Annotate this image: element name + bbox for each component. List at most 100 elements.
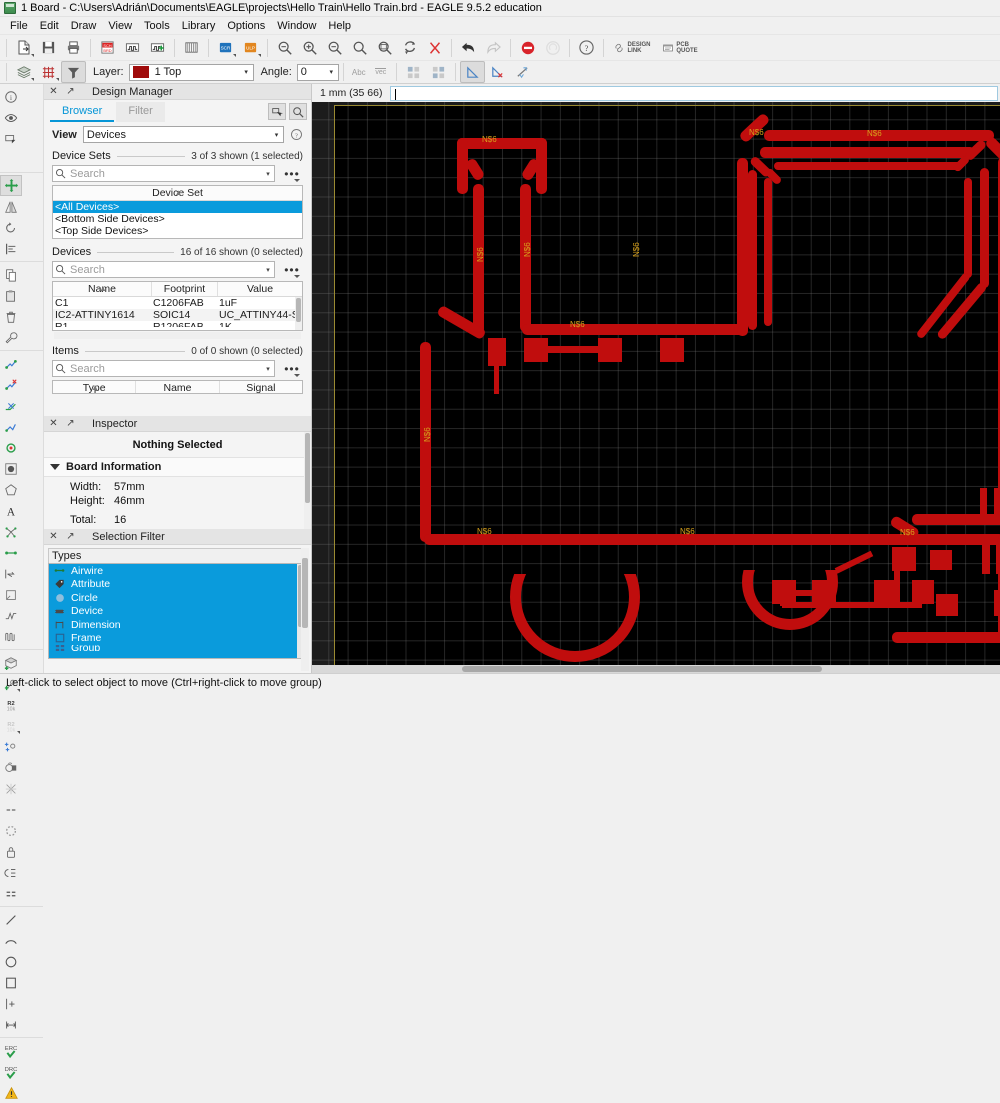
- table-row[interactable]: IC2-ATTINY1614 SOIC14 UC_ATTINY44-SSU: [53, 309, 302, 321]
- board-information-group[interactable]: Board Information: [44, 457, 311, 477]
- close-icon[interactable]: ✕: [48, 86, 59, 97]
- hide-airwires-icon[interactable]: [485, 61, 510, 83]
- canvas-horizontal-scrollbar[interactable]: [312, 665, 1000, 673]
- warning-icon[interactable]: [0, 1082, 22, 1103]
- menu-view[interactable]: View: [102, 19, 138, 33]
- menu-library[interactable]: Library: [176, 19, 222, 33]
- drill-icon[interactable]: [0, 883, 22, 904]
- library-button[interactable]: [179, 37, 204, 59]
- dashed-line-icon[interactable]: [0, 799, 22, 820]
- delete-icon[interactable]: [0, 306, 22, 327]
- airwire-tool-icon[interactable]: [0, 542, 22, 563]
- type-item-device[interactable]: Device: [49, 605, 306, 619]
- tab-browser[interactable]: Browser: [50, 102, 115, 122]
- chevron-down-icon[interactable]: ▾: [262, 365, 274, 373]
- layer-select[interactable]: 1 Top ▾: [128, 63, 254, 81]
- print-button[interactable]: [61, 37, 86, 59]
- types-list[interactable]: Airwire Attribute Circle Device Dimensio…: [48, 563, 307, 659]
- list-item[interactable]: <Bottom Side Devices>: [53, 213, 302, 225]
- devices-table[interactable]: Name ▲ Footprint Value C1 C1206FAB 1uF IC…: [52, 281, 303, 331]
- zoom-fit-button[interactable]: [272, 37, 297, 59]
- pcb-canvas[interactable]: N$6 N$6 N$6 N$6 N$6 N$6 N$6 N$6 N$6 N$6 …: [312, 102, 1000, 673]
- resume-button[interactable]: [540, 37, 565, 59]
- open-file-button[interactable]: [11, 37, 36, 59]
- route-icon[interactable]: [0, 353, 22, 374]
- show-text-toggle[interactable]: Abc: [348, 61, 370, 83]
- items-col-name[interactable]: Name: [135, 381, 218, 393]
- save-button[interactable]: [36, 37, 61, 59]
- float-icon[interactable]: ↗: [65, 531, 76, 542]
- table-row[interactable]: C1 C1206FAB 1uF: [53, 297, 302, 309]
- devices-col-value[interactable]: Value: [217, 282, 302, 296]
- measure-icon[interactable]: [0, 1014, 22, 1035]
- type-item-dimension[interactable]: Dimension: [49, 618, 306, 632]
- info-icon[interactable]: i: [0, 86, 22, 107]
- design-link-button[interactable]: DESIGN LINK: [608, 37, 656, 59]
- list-item[interactable]: <Top Side Devices>: [53, 225, 302, 237]
- move-icon[interactable]: [0, 175, 22, 196]
- devices-col-footprint[interactable]: Footprint: [151, 282, 217, 296]
- type-item-attribute[interactable]: Attribute: [49, 578, 306, 592]
- arc-icon[interactable]: [0, 930, 22, 951]
- zoom-out-button[interactable]: [322, 37, 347, 59]
- show-eye-icon[interactable]: [0, 107, 22, 128]
- menu-edit[interactable]: Edit: [34, 19, 65, 33]
- view-select[interactable]: Devices ▾: [82, 126, 284, 143]
- table-row[interactable]: R1 R1206FAB 1K: [53, 321, 302, 327]
- erc-icon[interactable]: ERC: [0, 1040, 22, 1061]
- value-icon[interactable]: R2 10k: [0, 694, 22, 715]
- items-more-button[interactable]: •••: [281, 362, 303, 377]
- devices-more-button[interactable]: •••: [281, 263, 303, 278]
- tab-filter[interactable]: Filter: [116, 102, 165, 122]
- redo-button[interactable]: [481, 37, 506, 59]
- float-icon[interactable]: ↗: [65, 418, 76, 429]
- type-item-frame[interactable]: Frame: [49, 632, 306, 646]
- change-wrench-icon[interactable]: [0, 327, 22, 348]
- device-sets-more-button[interactable]: •••: [281, 167, 303, 182]
- help-button[interactable]: ?: [574, 37, 599, 59]
- angle-select[interactable]: 0 ▾: [296, 63, 339, 81]
- select-pointer-button[interactable]: [268, 103, 286, 120]
- layers-icon[interactable]: [11, 61, 36, 83]
- wave-icon[interactable]: [0, 626, 22, 647]
- ratsnest-nets-icon[interactable]: [0, 521, 22, 542]
- dimension-tool-icon[interactable]: [0, 993, 22, 1014]
- chevron-down-icon[interactable]: ▾: [262, 170, 274, 178]
- type-item-group[interactable]: Group: [49, 645, 306, 651]
- devices-vertical-scrollbar[interactable]: [295, 297, 302, 330]
- device-sets-list[interactable]: Device Set ▲ <All Devices> <Bottom Side D…: [52, 185, 303, 239]
- connector-icon[interactable]: [0, 862, 22, 883]
- ripup-icon[interactable]: [426, 61, 451, 83]
- menu-draw[interactable]: Draw: [65, 19, 103, 33]
- lock-part-icon[interactable]: [0, 757, 22, 778]
- line-icon[interactable]: [0, 909, 22, 930]
- selection-filter-vertical-scrollbar[interactable]: [301, 548, 309, 671]
- rectangle-tool-icon[interactable]: [0, 972, 22, 993]
- float-icon[interactable]: ↗: [65, 86, 76, 97]
- label-icon[interactable]: [0, 563, 22, 584]
- zoom-region-button[interactable]: [372, 37, 397, 59]
- menu-window[interactable]: Window: [271, 19, 322, 33]
- menu-tools[interactable]: Tools: [138, 19, 176, 33]
- new-board-variant-button[interactable]: [145, 37, 170, 59]
- show-airwires-icon[interactable]: [459, 61, 485, 83]
- polygon-fill-icon[interactable]: [0, 458, 22, 479]
- ulp-button[interactable]: ULP: [238, 37, 263, 59]
- selection-filter-icon[interactable]: [61, 61, 86, 83]
- items-col-type[interactable]: Type ▲: [53, 381, 135, 393]
- circle-tool-icon[interactable]: [0, 951, 22, 972]
- add-part-icon[interactable]: [0, 652, 22, 673]
- switch-to-schematic-button[interactable]: SCH BRD: [95, 37, 120, 59]
- miter-icon[interactable]: [0, 395, 22, 416]
- zoom-in-button[interactable]: [297, 37, 322, 59]
- items-search-input[interactable]: Search ▾: [52, 360, 275, 377]
- board-from-schematic-button[interactable]: [120, 37, 145, 59]
- device-sets-search-input[interactable]: Search ▾: [52, 165, 275, 182]
- align-icon[interactable]: [0, 238, 22, 259]
- items-table[interactable]: Type ▲ Name Signal: [52, 380, 303, 394]
- close-icon[interactable]: ✕: [48, 531, 59, 542]
- shine-icon[interactable]: [0, 778, 22, 799]
- text-icon[interactable]: A: [0, 500, 22, 521]
- smash-icon[interactable]: [0, 736, 22, 757]
- script-button[interactable]: SCR: [213, 37, 238, 59]
